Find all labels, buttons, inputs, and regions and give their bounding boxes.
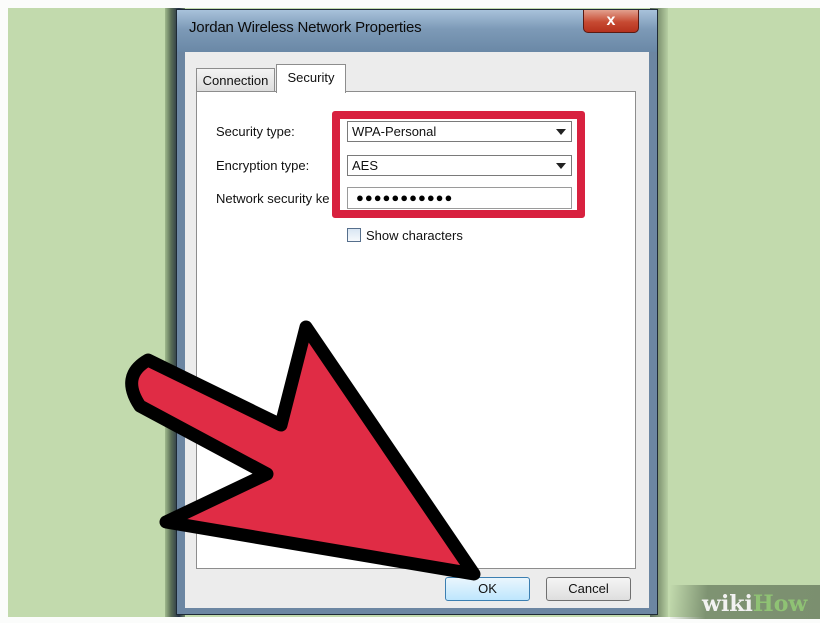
- pointer-arrow-icon: [125, 320, 481, 581]
- tab-security[interactable]: Security: [276, 64, 346, 93]
- watermark-logo: wikiHow: [702, 591, 807, 617]
- watermark-wiki: wiki: [702, 591, 753, 617]
- watermark-how: How: [752, 591, 808, 617]
- pointer-arrow-shape: [125, 320, 481, 581]
